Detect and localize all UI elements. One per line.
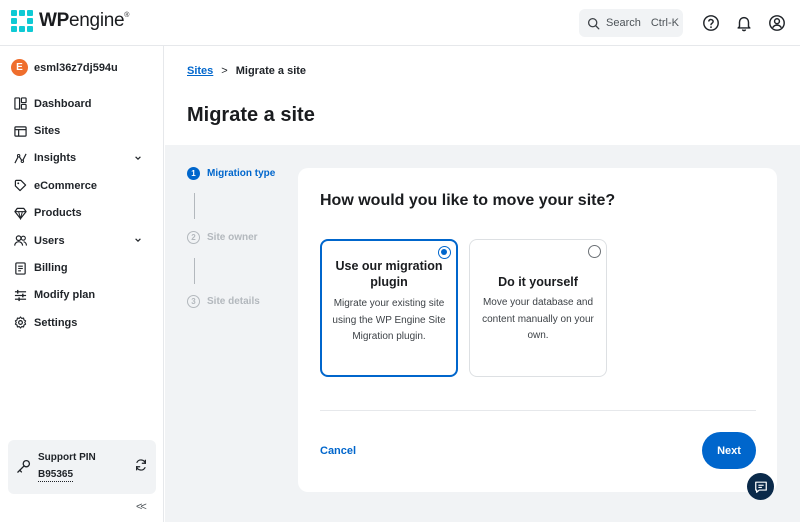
account-name: esml36z7dj594u (34, 61, 118, 74)
sidebar-item-products[interactable]: Products (0, 200, 164, 227)
step-site-details: 3 Site details (187, 295, 260, 308)
breadcrumb-separator: > (221, 65, 228, 77)
wp-engine-logo[interactable]: WPengine® (11, 10, 129, 32)
gear-icon (14, 316, 27, 329)
cancel-button[interactable]: Cancel (320, 445, 356, 457)
logo-text: WPengine® (39, 10, 130, 31)
dashboard-icon (14, 97, 27, 110)
step-label: Migration type (207, 168, 276, 179)
search-shortcut: Ctrl-K (650, 17, 679, 29)
option-description: Migrate your existing site using the WP … (332, 298, 446, 342)
collapse-sidebar-button[interactable]: << (136, 501, 147, 513)
step-migration-type: 1 Migration type (187, 167, 275, 180)
billing-icon (15, 261, 26, 275)
sidebar-item-label: Insights (34, 152, 77, 165)
option-title: Use our migration plugin (335, 259, 443, 289)
sidebar-item-label: Products (34, 207, 82, 220)
refresh-icon[interactable] (134, 458, 148, 472)
sliders-icon (14, 289, 27, 301)
migration-question: How would you like to move your site? (320, 192, 616, 209)
diamond-icon (14, 207, 27, 220)
support-pin-value[interactable]: B95365 (38, 469, 74, 482)
sidebar-item-ecommerce[interactable]: eCommerce (0, 172, 164, 199)
insights-icon (14, 153, 27, 164)
divider (320, 410, 756, 411)
step-label: Site details (207, 296, 260, 307)
step-number: 2 (187, 231, 200, 244)
sidebar-nav: Dashboard Sites Insights eCommerce Produ… (0, 90, 164, 337)
option-description: Move your database and content manually … (482, 297, 594, 341)
search-icon (587, 17, 600, 29)
next-button[interactable]: Next (702, 432, 756, 469)
step-connector (194, 258, 195, 284)
main-content: Sites > Migrate a site Migrate a site 1 … (165, 46, 800, 522)
help-icon[interactable] (702, 14, 720, 32)
page-header: Sites > Migrate a site Migrate a site (165, 46, 800, 145)
sidebar-item-sites[interactable]: Sites (0, 117, 164, 144)
sidebar-item-dashboard[interactable]: Dashboard (0, 90, 164, 117)
key-icon (17, 459, 31, 473)
migration-card: How would you like to move your site? Us… (298, 168, 777, 492)
sites-icon (14, 125, 27, 137)
sidebar-item-settings[interactable]: Settings (0, 309, 164, 336)
chevron-down-icon (135, 238, 141, 243)
page-title: Migrate a site (187, 104, 315, 126)
radio-unselected[interactable] (588, 245, 601, 258)
step-site-owner: 2 Site owner (187, 231, 258, 244)
step-label: Site owner (207, 232, 258, 243)
logo-grid-icon (11, 10, 33, 32)
sidebar-item-insights[interactable]: Insights (0, 145, 164, 172)
sidebar-item-label: Settings (34, 316, 78, 329)
profile-icon[interactable] (768, 14, 786, 32)
search-label: Search (606, 17, 641, 29)
step-number: 3 (187, 295, 200, 308)
breadcrumb: Sites > Migrate a site (187, 65, 306, 77)
sidebar-item-label: Modify plan (34, 289, 96, 302)
sidebar-item-modify-plan[interactable]: Modify plan (0, 282, 164, 309)
support-pin-panel: Support PIN B95365 (8, 440, 156, 494)
sidebar-item-label: Billing (34, 262, 68, 275)
sidebar-item-billing[interactable]: Billing (0, 254, 164, 281)
option-title: Do it yourself (498, 275, 578, 289)
tag-icon (14, 180, 27, 192)
support-pin-label: Support PIN (38, 452, 96, 463)
option-migration-plugin[interactable]: Use our migration plugin Migrate your ex… (320, 239, 458, 377)
sidebar-item-label: Sites (34, 125, 61, 138)
users-icon (14, 235, 27, 246)
breadcrumb-sites-link[interactable]: Sites (187, 65, 213, 77)
account-switcher[interactable]: E esml36z7dj594u (11, 59, 118, 76)
sidebar-item-label: Users (34, 234, 65, 247)
sidebar-item-label: Dashboard (34, 97, 92, 110)
top-bar: WPengine® Search Ctrl-K (0, 0, 800, 46)
avatar: E (11, 59, 28, 76)
search-button[interactable]: Search Ctrl-K (579, 9, 683, 37)
sidebar-item-users[interactable]: Users (0, 227, 164, 254)
chat-button[interactable] (747, 473, 774, 500)
chevron-down-icon (135, 156, 141, 160)
bell-icon[interactable] (735, 14, 753, 32)
sidebar: E esml36z7dj594u Dashboard Sites Insight… (0, 46, 164, 522)
step-connector (194, 193, 195, 219)
breadcrumb-current: Migrate a site (235, 65, 307, 77)
step-number: 1 (187, 167, 200, 180)
option-do-it-yourself[interactable]: Do it yourself Move your database and co… (469, 239, 607, 377)
chat-icon (754, 481, 767, 493)
sidebar-item-label: eCommerce (34, 179, 97, 192)
